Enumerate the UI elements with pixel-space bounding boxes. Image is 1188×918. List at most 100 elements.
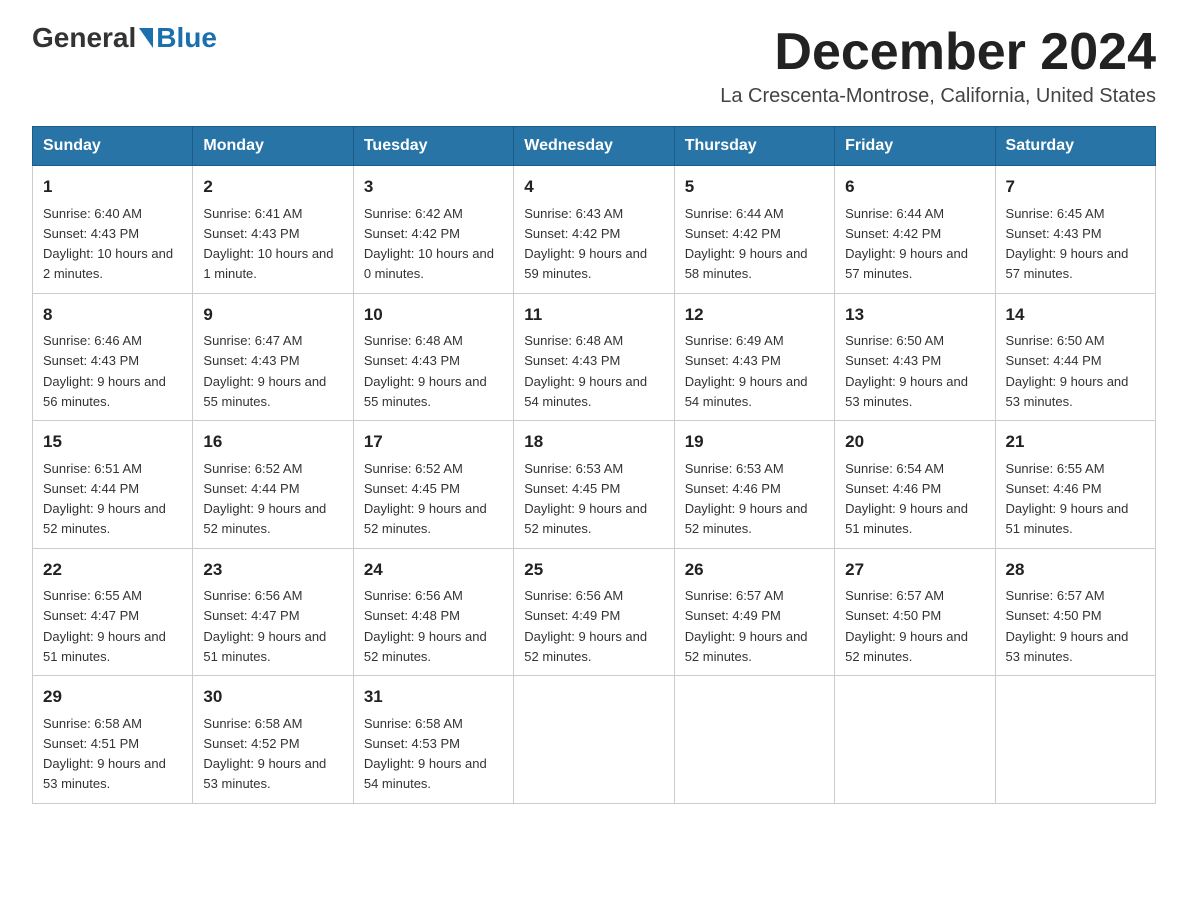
weekday-header-row: SundayMondayTuesdayWednesdayThursdayFrid… [33, 127, 1156, 166]
calendar-cell: 5 Sunrise: 6:44 AMSunset: 4:42 PMDayligh… [674, 166, 834, 294]
day-number: 16 [203, 429, 342, 455]
calendar-cell: 19 Sunrise: 6:53 AMSunset: 4:46 PMDaylig… [674, 421, 834, 549]
calendar-cell [514, 676, 674, 804]
calendar-cell: 18 Sunrise: 6:53 AMSunset: 4:45 PMDaylig… [514, 421, 674, 549]
calendar-cell [835, 676, 995, 804]
day-number: 12 [685, 302, 824, 328]
day-info: Sunrise: 6:46 AMSunset: 4:43 PMDaylight:… [43, 333, 166, 409]
calendar-cell: 8 Sunrise: 6:46 AMSunset: 4:43 PMDayligh… [33, 293, 193, 421]
day-info: Sunrise: 6:49 AMSunset: 4:43 PMDaylight:… [685, 333, 808, 409]
calendar-cell: 29 Sunrise: 6:58 AMSunset: 4:51 PMDaylig… [33, 676, 193, 804]
day-info: Sunrise: 6:57 AMSunset: 4:50 PMDaylight:… [845, 588, 968, 664]
weekday-header-friday: Friday [835, 127, 995, 166]
calendar-cell: 13 Sunrise: 6:50 AMSunset: 4:43 PMDaylig… [835, 293, 995, 421]
day-number: 5 [685, 174, 824, 200]
day-info: Sunrise: 6:57 AMSunset: 4:49 PMDaylight:… [685, 588, 808, 664]
day-info: Sunrise: 6:52 AMSunset: 4:45 PMDaylight:… [364, 461, 487, 537]
page-header: General Blue December 2024 La Crescenta-… [32, 24, 1156, 108]
day-info: Sunrise: 6:55 AMSunset: 4:47 PMDaylight:… [43, 588, 166, 664]
weekday-header-tuesday: Tuesday [353, 127, 513, 166]
day-info: Sunrise: 6:44 AMSunset: 4:42 PMDaylight:… [845, 206, 968, 282]
weekday-header-monday: Monday [193, 127, 353, 166]
day-number: 21 [1006, 429, 1145, 455]
day-number: 8 [43, 302, 182, 328]
day-number: 17 [364, 429, 503, 455]
calendar-cell: 15 Sunrise: 6:51 AMSunset: 4:44 PMDaylig… [33, 421, 193, 549]
day-info: Sunrise: 6:48 AMSunset: 4:43 PMDaylight:… [524, 333, 647, 409]
day-number: 26 [685, 557, 824, 583]
day-info: Sunrise: 6:53 AMSunset: 4:45 PMDaylight:… [524, 461, 647, 537]
day-number: 4 [524, 174, 663, 200]
day-info: Sunrise: 6:44 AMSunset: 4:42 PMDaylight:… [685, 206, 808, 282]
calendar-cell: 1 Sunrise: 6:40 AMSunset: 4:43 PMDayligh… [33, 166, 193, 294]
day-number: 25 [524, 557, 663, 583]
logo-blue-text: Blue [156, 24, 217, 52]
day-number: 31 [364, 684, 503, 710]
calendar-cell: 30 Sunrise: 6:58 AMSunset: 4:52 PMDaylig… [193, 676, 353, 804]
calendar-cell: 22 Sunrise: 6:55 AMSunset: 4:47 PMDaylig… [33, 548, 193, 676]
day-number: 10 [364, 302, 503, 328]
month-title: December 2024 [720, 24, 1156, 81]
day-number: 2 [203, 174, 342, 200]
calendar-cell: 14 Sunrise: 6:50 AMSunset: 4:44 PMDaylig… [995, 293, 1155, 421]
calendar-cell: 2 Sunrise: 6:41 AMSunset: 4:43 PMDayligh… [193, 166, 353, 294]
day-info: Sunrise: 6:41 AMSunset: 4:43 PMDaylight:… [203, 206, 333, 282]
calendar-cell: 4 Sunrise: 6:43 AMSunset: 4:42 PMDayligh… [514, 166, 674, 294]
calendar-cell: 6 Sunrise: 6:44 AMSunset: 4:42 PMDayligh… [835, 166, 995, 294]
day-number: 28 [1006, 557, 1145, 583]
day-number: 20 [845, 429, 984, 455]
day-info: Sunrise: 6:48 AMSunset: 4:43 PMDaylight:… [364, 333, 487, 409]
calendar-cell: 24 Sunrise: 6:56 AMSunset: 4:48 PMDaylig… [353, 548, 513, 676]
calendar-cell: 27 Sunrise: 6:57 AMSunset: 4:50 PMDaylig… [835, 548, 995, 676]
day-info: Sunrise: 6:40 AMSunset: 4:43 PMDaylight:… [43, 206, 173, 282]
calendar-table: SundayMondayTuesdayWednesdayThursdayFrid… [32, 126, 1156, 804]
calendar-week-row: 15 Sunrise: 6:51 AMSunset: 4:44 PMDaylig… [33, 421, 1156, 549]
weekday-header-wednesday: Wednesday [514, 127, 674, 166]
calendar-cell: 7 Sunrise: 6:45 AMSunset: 4:43 PMDayligh… [995, 166, 1155, 294]
day-info: Sunrise: 6:50 AMSunset: 4:44 PMDaylight:… [1006, 333, 1129, 409]
day-info: Sunrise: 6:43 AMSunset: 4:42 PMDaylight:… [524, 206, 647, 282]
day-info: Sunrise: 6:57 AMSunset: 4:50 PMDaylight:… [1006, 588, 1129, 664]
calendar-cell: 11 Sunrise: 6:48 AMSunset: 4:43 PMDaylig… [514, 293, 674, 421]
calendar-cell: 17 Sunrise: 6:52 AMSunset: 4:45 PMDaylig… [353, 421, 513, 549]
day-number: 19 [685, 429, 824, 455]
weekday-header-sunday: Sunday [33, 127, 193, 166]
calendar-week-row: 29 Sunrise: 6:58 AMSunset: 4:51 PMDaylig… [33, 676, 1156, 804]
day-number: 14 [1006, 302, 1145, 328]
day-info: Sunrise: 6:54 AMSunset: 4:46 PMDaylight:… [845, 461, 968, 537]
day-number: 13 [845, 302, 984, 328]
day-number: 27 [845, 557, 984, 583]
day-number: 7 [1006, 174, 1145, 200]
day-number: 30 [203, 684, 342, 710]
calendar-week-row: 1 Sunrise: 6:40 AMSunset: 4:43 PMDayligh… [33, 166, 1156, 294]
calendar-week-row: 22 Sunrise: 6:55 AMSunset: 4:47 PMDaylig… [33, 548, 1156, 676]
calendar-week-row: 8 Sunrise: 6:46 AMSunset: 4:43 PMDayligh… [33, 293, 1156, 421]
day-info: Sunrise: 6:52 AMSunset: 4:44 PMDaylight:… [203, 461, 326, 537]
calendar-cell: 26 Sunrise: 6:57 AMSunset: 4:49 PMDaylig… [674, 548, 834, 676]
day-number: 22 [43, 557, 182, 583]
day-number: 1 [43, 174, 182, 200]
weekday-header-thursday: Thursday [674, 127, 834, 166]
day-info: Sunrise: 6:56 AMSunset: 4:49 PMDaylight:… [524, 588, 647, 664]
calendar-cell: 25 Sunrise: 6:56 AMSunset: 4:49 PMDaylig… [514, 548, 674, 676]
day-info: Sunrise: 6:58 AMSunset: 4:53 PMDaylight:… [364, 716, 487, 792]
day-number: 3 [364, 174, 503, 200]
day-number: 18 [524, 429, 663, 455]
calendar-cell: 28 Sunrise: 6:57 AMSunset: 4:50 PMDaylig… [995, 548, 1155, 676]
calendar-cell: 3 Sunrise: 6:42 AMSunset: 4:42 PMDayligh… [353, 166, 513, 294]
day-info: Sunrise: 6:56 AMSunset: 4:47 PMDaylight:… [203, 588, 326, 664]
location-title: La Crescenta-Montrose, California, Unite… [720, 85, 1156, 108]
day-info: Sunrise: 6:42 AMSunset: 4:42 PMDaylight:… [364, 206, 494, 282]
calendar-cell [995, 676, 1155, 804]
weekday-header-saturday: Saturday [995, 127, 1155, 166]
day-info: Sunrise: 6:47 AMSunset: 4:43 PMDaylight:… [203, 333, 326, 409]
day-number: 23 [203, 557, 342, 583]
calendar-cell [674, 676, 834, 804]
day-info: Sunrise: 6:50 AMSunset: 4:43 PMDaylight:… [845, 333, 968, 409]
day-number: 29 [43, 684, 182, 710]
calendar-cell: 20 Sunrise: 6:54 AMSunset: 4:46 PMDaylig… [835, 421, 995, 549]
day-info: Sunrise: 6:58 AMSunset: 4:52 PMDaylight:… [203, 716, 326, 792]
calendar-cell: 10 Sunrise: 6:48 AMSunset: 4:43 PMDaylig… [353, 293, 513, 421]
day-info: Sunrise: 6:45 AMSunset: 4:43 PMDaylight:… [1006, 206, 1129, 282]
logo-triangle-icon [139, 28, 153, 48]
